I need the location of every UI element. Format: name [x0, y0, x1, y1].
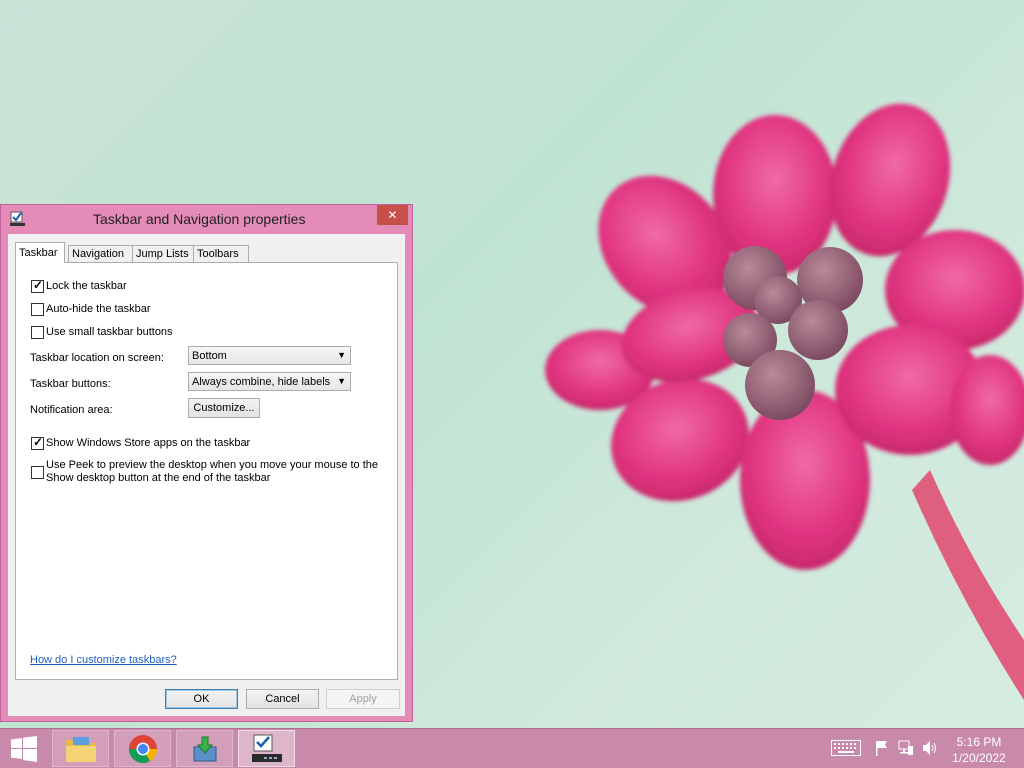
taskbar-buttons-label: Taskbar buttons:	[30, 378, 111, 390]
dialog-client-area: Taskbar Navigation Jump Lists Toolbars ✓…	[8, 234, 405, 716]
taskbar-buttons-value: Always combine, hide labels	[192, 376, 331, 388]
notification-area-label: Notification area:	[30, 404, 113, 416]
taskbar-properties-dialog: Taskbar and Navigation properties ✕ Task…	[0, 204, 413, 722]
action-center-flag-icon[interactable]	[875, 740, 889, 756]
auto-hide-label: Auto-hide the taskbar	[46, 303, 151, 315]
window-title: Taskbar and Navigation properties	[93, 211, 306, 227]
check-mark-icon: ✓	[33, 435, 44, 449]
taskbar-item-installer[interactable]	[176, 730, 233, 767]
taskbar-properties-icon	[252, 734, 282, 762]
taskbar-location-select[interactable]: Bottom ▼	[188, 346, 351, 365]
title-bar[interactable]: Taskbar and Navigation properties ✕	[1, 205, 412, 233]
clock-time: 5:16 PM	[956, 735, 1002, 749]
taskbar-item-file-explorer[interactable]	[52, 730, 109, 767]
taskbar-item-properties[interactable]	[238, 730, 295, 767]
tab-jump-lists[interactable]: Jump Lists	[132, 245, 194, 262]
ok-button[interactable]: OK	[165, 689, 238, 709]
file-explorer-icon	[66, 737, 96, 762]
location-label: Taskbar location on screen:	[30, 352, 164, 364]
start-button[interactable]	[0, 730, 48, 767]
chrome-icon	[129, 735, 157, 763]
taskbar-location-value: Bottom	[192, 350, 227, 362]
store-apps-label: Show Windows Store apps on the taskbar	[46, 437, 251, 449]
store-apps-checkbox[interactable]: ✓	[31, 435, 44, 450]
peek-label-line2: Show desktop button at the end of the ta…	[46, 472, 271, 484]
small-buttons-checkbox[interactable]	[31, 326, 44, 339]
auto-hide-checkbox[interactable]	[31, 303, 44, 316]
clock-date: 1/20/2022	[952, 751, 1006, 765]
keyboard-icon[interactable]	[831, 740, 861, 756]
cancel-button[interactable]: Cancel	[246, 689, 319, 709]
chevron-down-icon: ▼	[337, 376, 346, 386]
system-clock[interactable]: 5:16 PM 1/20/2022	[944, 734, 1014, 766]
volume-icon[interactable]	[922, 740, 938, 756]
lock-taskbar-label: Lock the taskbar	[46, 280, 127, 292]
tab-toolbars[interactable]: Toolbars	[193, 245, 249, 262]
taskbar: 5:16 PM 1/20/2022	[0, 728, 1024, 768]
tab-taskbar[interactable]: Taskbar	[15, 242, 65, 263]
close-button[interactable]: ✕	[377, 205, 408, 225]
download-installer-icon	[193, 736, 217, 762]
windows-start-icon	[11, 736, 37, 762]
tab-navigation[interactable]: Navigation	[68, 245, 133, 262]
apply-button[interactable]: Apply	[326, 689, 400, 709]
help-link[interactable]: How do I customize taskbars?	[30, 654, 177, 666]
check-mark-icon: ✓	[33, 278, 44, 292]
taskbar-item-chrome[interactable]	[114, 730, 171, 767]
network-icon[interactable]	[898, 740, 914, 756]
peek-label-line1: Use Peek to preview the desktop when you…	[46, 459, 379, 471]
taskbar-buttons-select[interactable]: Always combine, hide labels ▼	[188, 372, 351, 391]
chevron-down-icon: ▼	[337, 350, 346, 360]
peek-checkbox[interactable]	[31, 466, 44, 479]
lock-taskbar-checkbox[interactable]: ✓	[31, 278, 44, 293]
small-buttons-label: Use small taskbar buttons	[46, 326, 173, 338]
taskbar-properties-icon	[10, 211, 25, 226]
taskbar-tab-panel: ✓ Lock the taskbar Auto-hide the taskbar…	[15, 262, 398, 680]
customize-button[interactable]: Customize...	[188, 398, 260, 418]
